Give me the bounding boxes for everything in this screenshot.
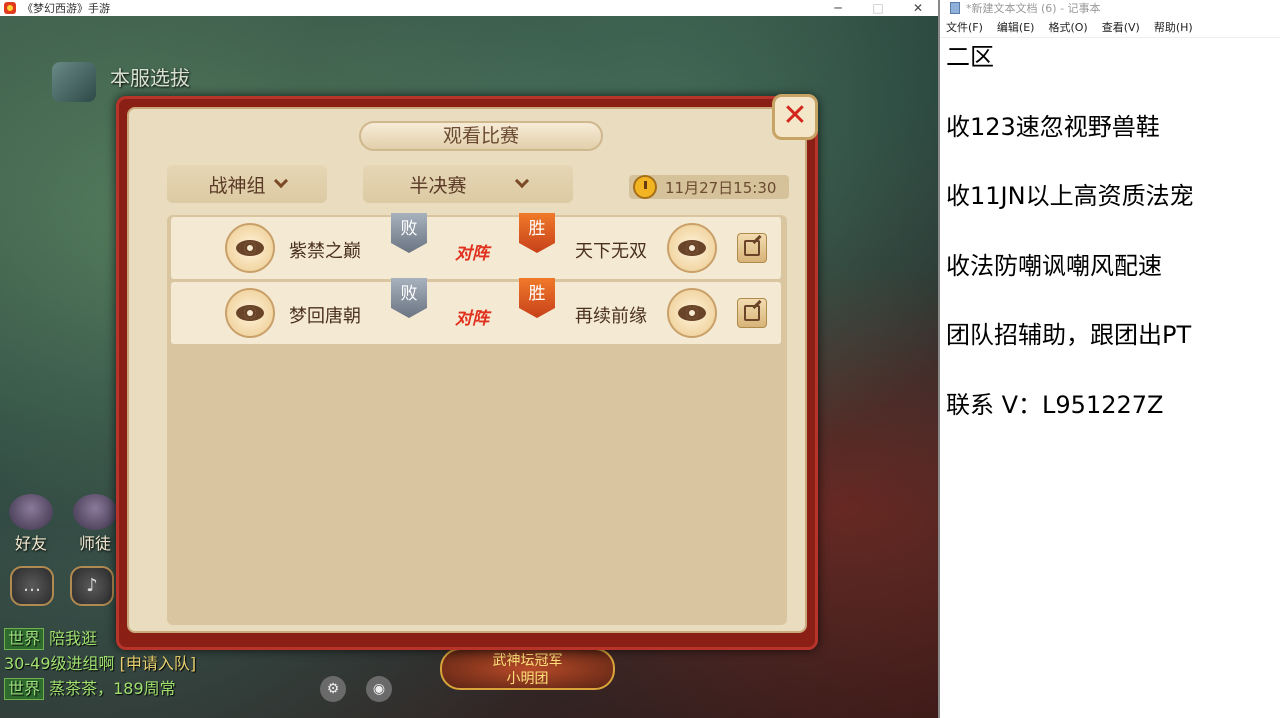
eye-icon bbox=[678, 240, 706, 256]
watch-right-team-button[interactable] bbox=[667, 223, 717, 273]
share-icon bbox=[744, 240, 760, 256]
text-line: 二区 bbox=[946, 43, 994, 71]
game-window: 《梦幻西游》手游 ─ □ ✕ 本服选拔 好友 师徒 … ♪ 世界 陪我逛 30-… bbox=[0, 0, 938, 718]
notepad-menubar: 文件(F) 编辑(E) 格式(O) 查看(V) 帮助(H) bbox=[940, 16, 1280, 38]
left-result-badge: 败 bbox=[391, 278, 427, 318]
chat-channel-tag: 世界 bbox=[4, 678, 45, 700]
event-banner-line2: 小明团 bbox=[506, 671, 549, 687]
watch-match-dialog: 观看比赛 战神组 半决赛 11月27日15:30 紫禁之巅 败 对阵 胜 天下无… bbox=[116, 96, 818, 650]
share-icon bbox=[744, 305, 760, 321]
clock-icon bbox=[633, 175, 657, 199]
microphone-icon[interactable]: ♪ bbox=[70, 566, 114, 606]
right-team-name: 天下无双 bbox=[575, 241, 647, 262]
watch-right-team-button[interactable] bbox=[667, 288, 717, 338]
dialog-body: 观看比赛 战神组 半决赛 11月27日15:30 紫禁之巅 败 对阵 胜 天下无… bbox=[127, 107, 807, 633]
menu-file[interactable]: 文件(F) bbox=[946, 19, 983, 35]
notepad-titlebar: *新建文本文档 (6) - 记事本 bbox=[940, 0, 1280, 16]
chat-channel-tag: 世界 bbox=[4, 628, 45, 650]
left-team-name: 紫禁之巅 bbox=[289, 241, 361, 262]
dialog-close-button[interactable]: ✕ bbox=[772, 94, 818, 140]
menu-format[interactable]: 格式(O) bbox=[1048, 19, 1087, 35]
match-list: 紫禁之巅 败 对阵 胜 天下无双 梦回唐朝 败 对阵 胜 再续前缘 bbox=[167, 213, 787, 625]
text-line: 联系 V：L951227Z bbox=[946, 390, 1164, 419]
vs-label: 对阵 bbox=[455, 244, 489, 264]
left-result-badge: 败 bbox=[391, 213, 427, 253]
eye-icon bbox=[678, 305, 706, 321]
event-banner-line1: 武神坛冠军 bbox=[492, 653, 563, 669]
dialog-title: 观看比赛 bbox=[359, 121, 603, 151]
notepad-window-title: *新建文本文档 (6) - 记事本 bbox=[966, 2, 1101, 15]
group-filter-dropdown[interactable]: 战神组 bbox=[167, 165, 327, 203]
close-window-button[interactable]: ✕ bbox=[898, 1, 938, 15]
right-team-name: 再续前缘 bbox=[575, 306, 647, 327]
menu-edit[interactable]: 编辑(E) bbox=[997, 19, 1035, 35]
text-line: 收法防嘲讽嘲风配速 bbox=[946, 251, 1162, 280]
menu-view[interactable]: 查看(V) bbox=[1102, 19, 1140, 35]
right-result-badge: 胜 bbox=[519, 213, 555, 253]
mentor-icon bbox=[73, 494, 117, 530]
bottom-icons: ⚙ ◉ bbox=[320, 676, 392, 702]
text-line: 收11JN以上高资质法宠 bbox=[946, 182, 1194, 210]
text-line: 收123速忽视野兽鞋 bbox=[946, 112, 1160, 141]
eye-icon bbox=[236, 240, 264, 256]
chat-message: 30-49级进组啊 bbox=[4, 654, 115, 673]
mentor-label: 师徒 bbox=[78, 534, 111, 553]
chat-message: 蒸茶茶，189周常 bbox=[49, 679, 176, 698]
friends-button[interactable]: 好友 bbox=[6, 494, 56, 554]
camera-icon[interactable]: ◉ bbox=[366, 676, 392, 702]
minimize-button[interactable]: ─ bbox=[818, 1, 858, 15]
match-datetime-text: 11月27日15:30 bbox=[665, 178, 777, 197]
eye-icon bbox=[236, 305, 264, 321]
chat-join-team-link[interactable]: [申请入队] bbox=[120, 654, 197, 673]
game-window-title: 《梦幻西游》手游 bbox=[22, 2, 110, 15]
game-titlebar: 《梦幻西游》手游 ─ □ ✕ bbox=[0, 0, 938, 16]
vs-label: 对阵 bbox=[455, 309, 489, 329]
server-selection-label[interactable]: 本服选拔 bbox=[110, 62, 190, 91]
notepad-window: *新建文本文档 (6) - 记事本 文件(F) 编辑(E) 格式(O) 查看(V… bbox=[938, 0, 1280, 718]
watch-left-team-button[interactable] bbox=[225, 223, 275, 273]
settings-icon[interactable]: ⚙ bbox=[320, 676, 346, 702]
right-result-badge: 胜 bbox=[519, 278, 555, 318]
round-filter-dropdown[interactable]: 半决赛 bbox=[363, 165, 573, 203]
chevron-down-icon bbox=[514, 173, 529, 189]
friends-icon bbox=[9, 494, 53, 530]
group-filter-value: 战神组 bbox=[208, 174, 266, 197]
left-team-name: 梦回唐朝 bbox=[289, 306, 361, 327]
text-line: 团队招辅助，跟团出PT bbox=[946, 321, 1192, 349]
server-selection-icon[interactable] bbox=[52, 62, 96, 102]
match-row: 梦回唐朝 败 对阵 胜 再续前缘 bbox=[171, 278, 781, 344]
app-icon bbox=[4, 2, 16, 14]
notepad-icon bbox=[950, 2, 960, 14]
share-button[interactable] bbox=[737, 233, 767, 263]
maximize-button[interactable]: □ bbox=[858, 1, 898, 15]
menu-help[interactable]: 帮助(H) bbox=[1154, 19, 1193, 35]
watch-left-team-button[interactable] bbox=[225, 288, 275, 338]
share-button[interactable] bbox=[737, 298, 767, 328]
match-datetime: 11月27日15:30 bbox=[629, 175, 789, 199]
chat-line: 30-49级进组啊 [申请入队] bbox=[4, 651, 424, 676]
event-banner[interactable]: 武神坛冠军 小明团 bbox=[440, 648, 615, 690]
match-row: 紫禁之巅 败 对阵 胜 天下无双 bbox=[171, 213, 781, 279]
chevron-down-icon bbox=[273, 173, 288, 189]
chat-bubble-icon[interactable]: … bbox=[10, 566, 54, 606]
mentor-button[interactable]: 师徒 bbox=[70, 494, 120, 554]
friends-label: 好友 bbox=[14, 534, 47, 553]
chat-message: 陪我逛 bbox=[49, 629, 98, 648]
notepad-text-area[interactable]: 二区 收123速忽视野兽鞋 收11JN以上高资质法宠 收法防嘲讽嘲风配速 团队招… bbox=[940, 38, 1280, 457]
round-filter-value: 半决赛 bbox=[409, 174, 467, 197]
